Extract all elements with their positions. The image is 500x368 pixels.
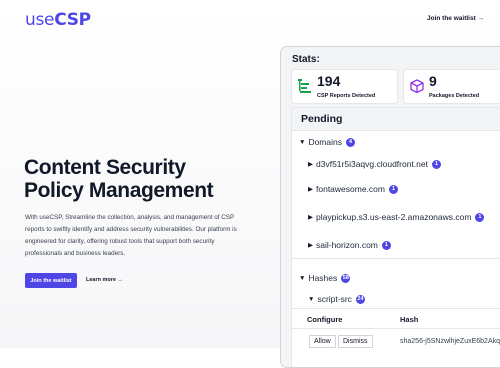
divider [292,308,500,309]
domains-label: Domains [308,137,342,147]
column-header-hash: Hash [400,315,419,324]
directive-count-badge: 24 [355,294,366,304]
domain-count-badge: 1 [432,159,441,169]
directive-toggle[interactable]: ▼ script-src 24 [308,294,366,304]
divider [292,258,500,259]
domains-toggle[interactable]: ▼ Domains 4 [299,137,355,147]
caret-right-icon: ▶ [308,214,313,221]
list-icon [298,79,311,93]
domain-item[interactable]: ▶ d3vf51r5i3aqvg.cloudfront.net 1 [308,159,441,169]
learn-more-link[interactable]: Learn more → [86,277,123,283]
divider [292,328,500,329]
pending-title: Pending [292,108,500,131]
logo[interactable]: useCSP [25,10,91,30]
hashes-toggle[interactable]: ▼ Hashes 58 [299,273,351,283]
domain-count-badge: 1 [475,212,485,222]
caret-right-icon: ▶ [308,242,313,249]
directive-label: script-src [317,294,352,304]
stat-card-reports: 194 CSP Reports Detected [291,69,398,104]
packages-label: Packages Detected [429,93,480,99]
hashes-label: Hashes [308,273,338,283]
domain-name: d3vf51r5i3aqvg.cloudfront.net [316,159,428,169]
caret-down-icon: ▼ [299,274,306,282]
domain-name: fontawesome.com [316,184,385,194]
domain-count-badge: 1 [388,184,398,194]
join-waitlist-link[interactable]: Join the waitlist → [427,15,484,22]
domain-item[interactable]: ▶ playpickup.s3.us-east-2.amazonaws.com … [308,212,485,222]
domain-item[interactable]: ▶ fontawesome.com 1 [308,184,398,194]
domain-count-badge: 1 [381,240,391,250]
allow-button[interactable]: Allow [309,335,336,348]
caret-down-icon: ▼ [299,138,306,146]
join-waitlist-button[interactable]: Join the waitlist [25,273,77,288]
stat-card-packages: 9 Packages Detected [403,69,500,104]
dismiss-button[interactable]: Dismiss [338,335,373,348]
hashes-count-badge: 58 [341,273,351,283]
hash-value: sha256-j5SNzwlhjeZuxE6b2Akq [400,338,500,345]
reports-label: CSP Reports Detected [317,93,376,99]
pending-section: Pending ▼ Domains 4 ▶ d3vf51r5i3aqvg.clo… [291,107,500,367]
domain-name: playpickup.s3.us-east-2.amazonaws.com [316,212,472,222]
reports-count: 194 [317,73,341,89]
hero-title: Content Security Policy Management [24,156,214,202]
dashboard-preview: Stats: 194 CSP Reports Detected 9 Packag… [280,46,500,368]
caret-right-icon: ▶ [308,161,313,168]
caret-down-icon: ▼ [308,295,315,303]
caret-right-icon: ▶ [308,186,313,193]
hero-description: With useCSP, Streamline the collection, … [25,214,237,257]
domains-count-badge: 4 [345,137,355,147]
stats-title: Stats: [292,54,320,65]
column-header-configure: Configure [307,315,343,324]
domain-name: sail-horizon.com [316,240,378,250]
domain-item[interactable]: ▶ sail-horizon.com 1 [308,240,391,250]
package-icon [410,79,424,93]
packages-count: 9 [429,73,437,89]
